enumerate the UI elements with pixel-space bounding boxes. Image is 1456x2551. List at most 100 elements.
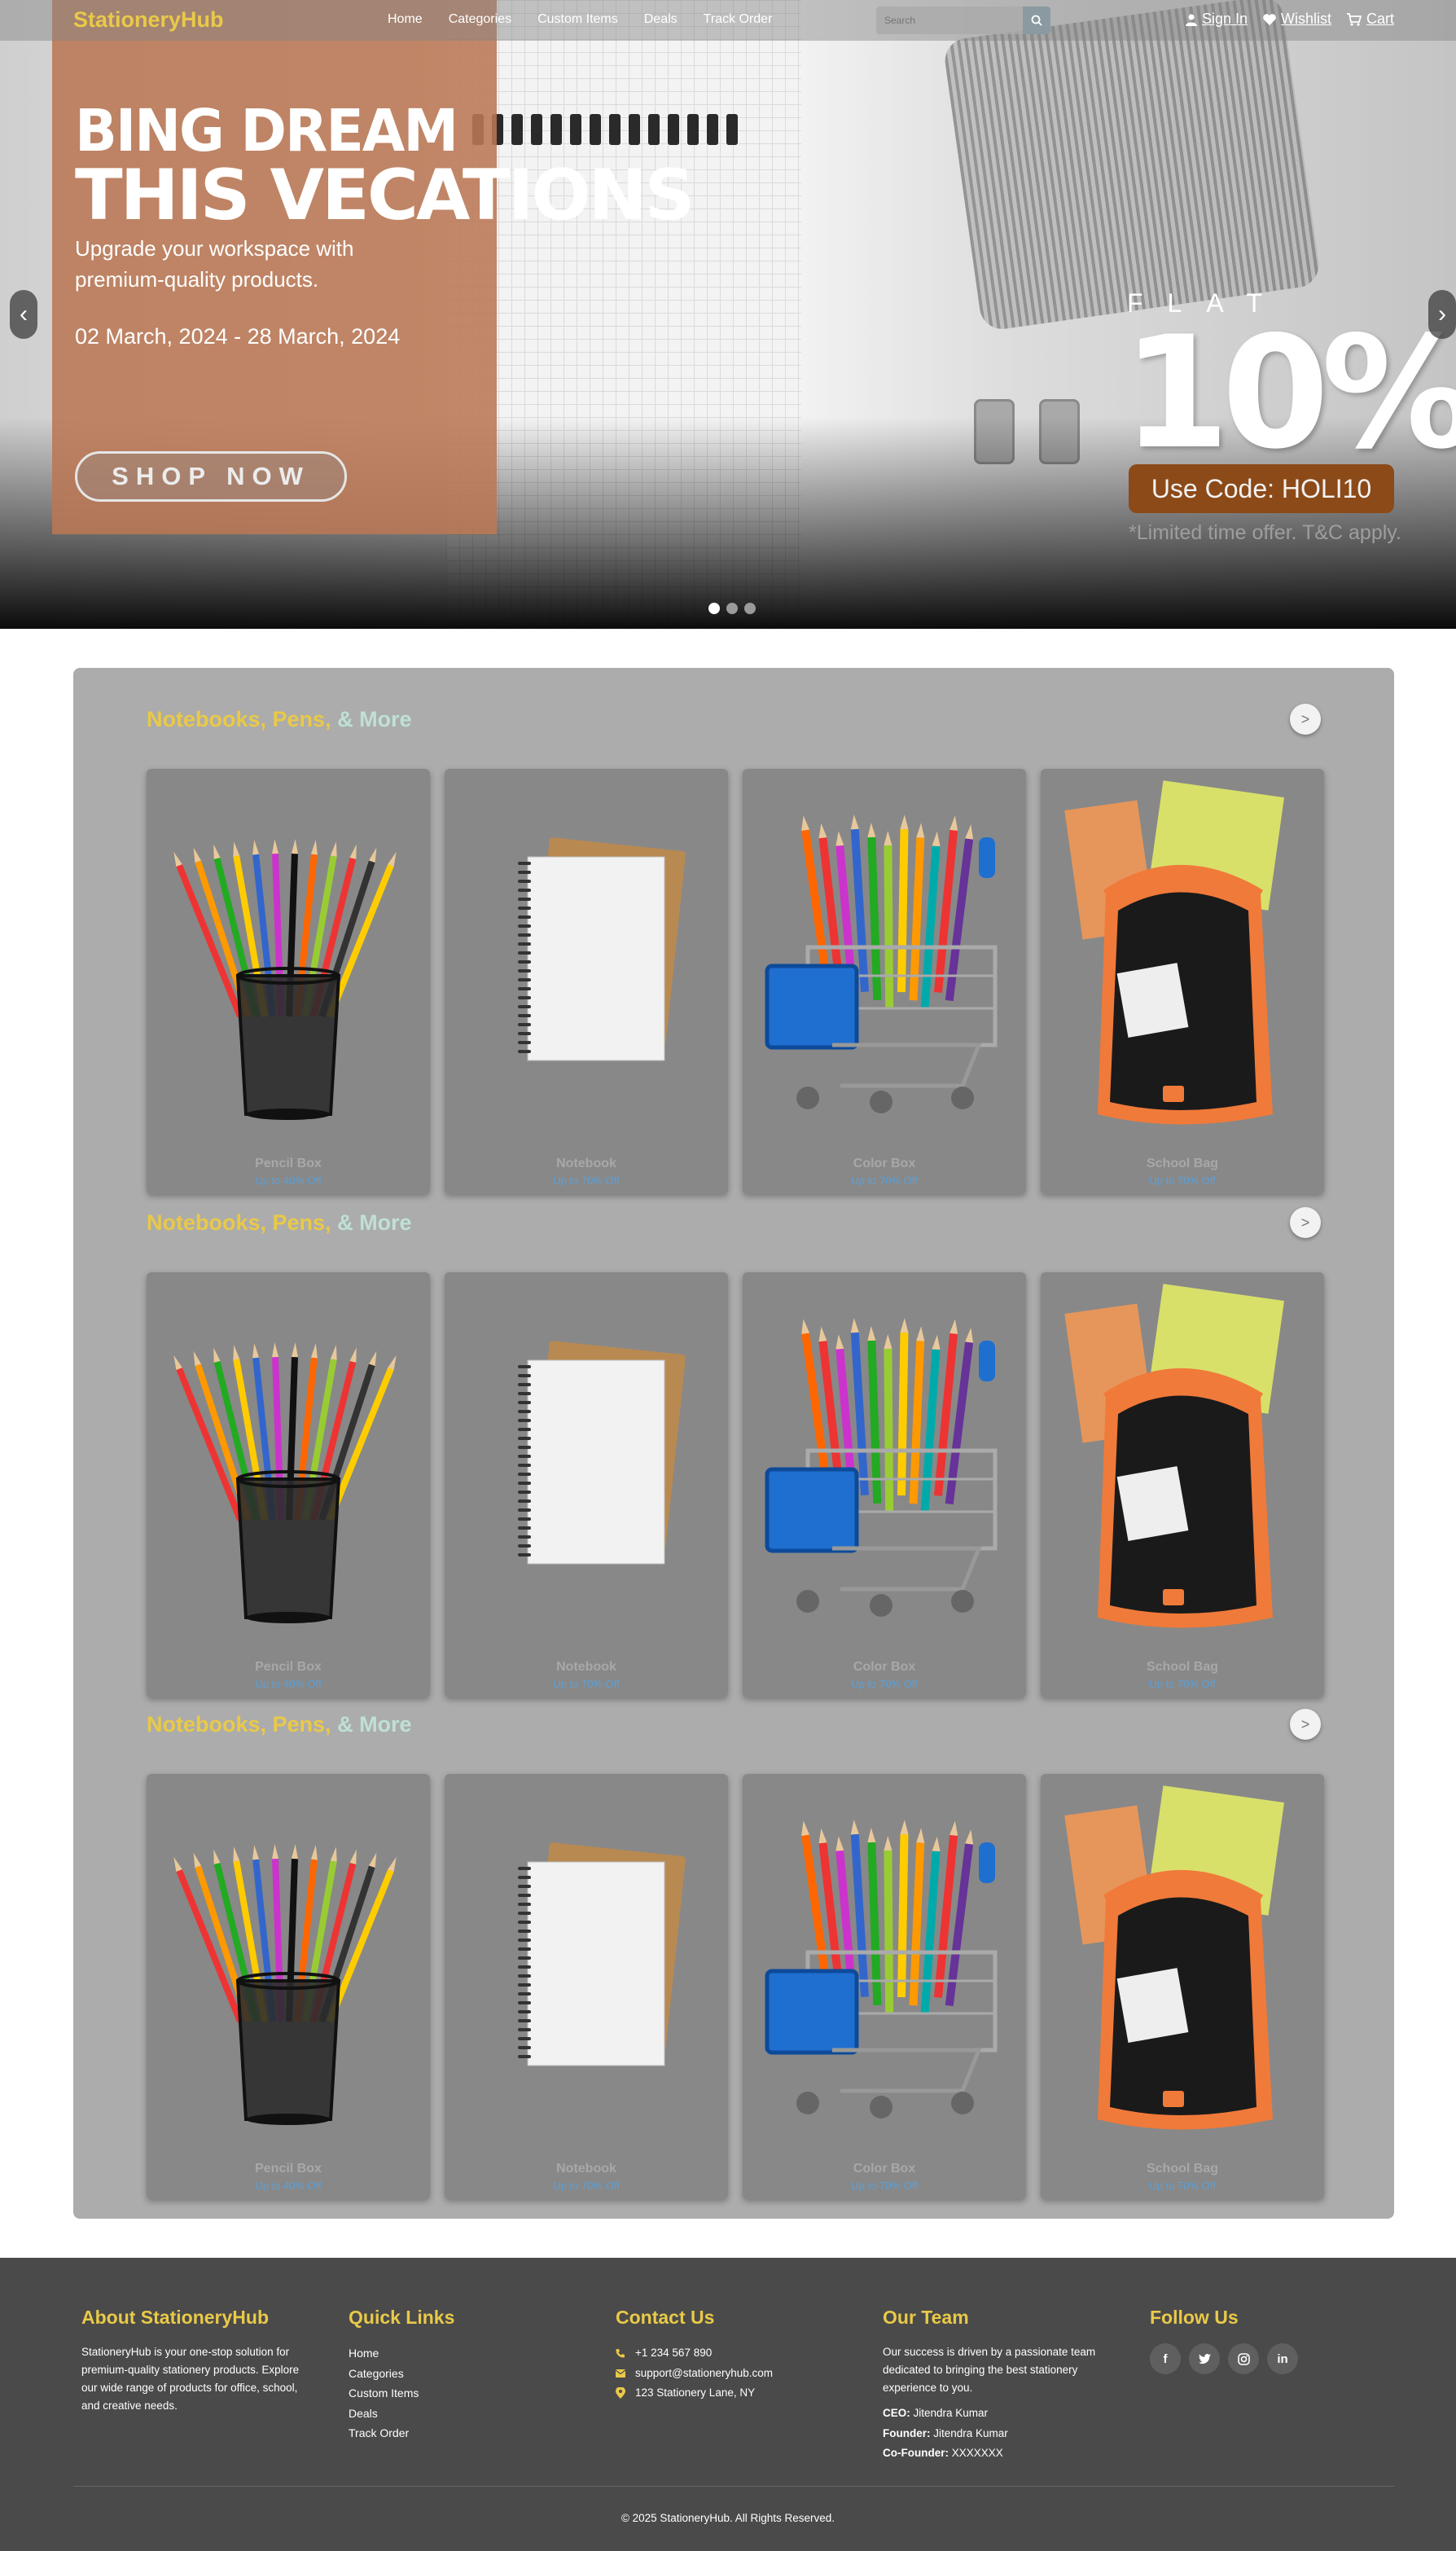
nav-link-categories[interactable]: Categories — [449, 12, 511, 27]
nav-link-track-order[interactable]: Track Order — [704, 12, 773, 27]
product-offer: Up to 70% Off — [553, 1678, 620, 1690]
section-title-part2: & More — [337, 707, 412, 731]
product-card[interactable]: School Bag Up to 70% Off — [1041, 1272, 1324, 1697]
facebook-icon[interactable]: f — [1150, 2343, 1181, 2374]
linkedin-icon[interactable]: in — [1267, 2343, 1298, 2374]
notebook-spiral-image — [472, 114, 765, 148]
hero-banner: BING DREAM THIS VECATIONS Upgrade your w… — [0, 0, 1456, 629]
pencil-cart-image — [759, 772, 1010, 1139]
sign-in-label: Sign In — [1201, 11, 1248, 27]
product-offer: Up to 40% Off — [255, 2180, 322, 2192]
section-title-part2: & More — [337, 1210, 412, 1235]
section-title-part1: Notebooks, Pens, — [147, 707, 338, 731]
contact-email-text[interactable]: support@stationeryhub.com — [635, 2364, 773, 2384]
search-button[interactable] — [1023, 7, 1050, 34]
school-bag-image — [1057, 1276, 1308, 1642]
product-card[interactable]: School Bag Up to 70% Off — [1041, 769, 1324, 1194]
carousel-dot-1[interactable] — [708, 603, 720, 614]
footer-team-text: Our success is driven by a passionate te… — [883, 2346, 1096, 2394]
social-links: f in — [1150, 2343, 1362, 2374]
carousel-next-button[interactable]: › — [1428, 290, 1456, 339]
product-cards: Pencil Box Up to 40% Off Notebook Up to 70… — [147, 1774, 1324, 2199]
section-title: Notebooks, Pens, & More — [147, 1712, 412, 1737]
footer-divider — [73, 2486, 1394, 2487]
product-name: Pencil Box — [255, 2162, 322, 2176]
section-next-button[interactable]: > — [1290, 1709, 1321, 1740]
product-offer: Up to 70% Off — [553, 2180, 620, 2192]
phone-icon — [616, 2349, 625, 2358]
map-pin-icon — [616, 2387, 625, 2400]
nav-link-deals[interactable]: Deals — [644, 12, 678, 27]
terms-note: *Limited time offer. T&C apply. — [1129, 521, 1401, 544]
nav-actions: Sign In Wishlist Cart — [1170, 11, 1394, 28]
product-offer: Up to 70% Off — [1149, 1678, 1216, 1690]
product-card[interactable]: Pencil Box Up to 40% Off — [147, 1774, 430, 2199]
footer-link-categories[interactable]: Categories — [349, 2364, 560, 2384]
footer-about-title: About StationeryHub — [81, 2307, 269, 2328]
nav-link-home[interactable]: Home — [388, 12, 423, 27]
carousel-dot-2[interactable] — [726, 603, 738, 614]
product-offer: Up to 70% Off — [1149, 1175, 1216, 1187]
product-name: Color Box — [853, 1157, 916, 1170]
team-ceo-name: Jitendra Kumar — [913, 2407, 989, 2419]
product-name: Color Box — [853, 2162, 916, 2176]
carousel-indicators — [708, 603, 756, 614]
footer-link-deals[interactable]: Deals — [349, 2404, 560, 2424]
footer-follow: Follow Us f in — [1150, 2307, 1362, 2374]
contact-address-text: 123 Stationery Lane, NY — [635, 2386, 756, 2399]
product-card[interactable]: Notebook Up to 70% Off — [445, 1272, 728, 1697]
product-card[interactable]: Color Box Up to 70% Off — [743, 1272, 1026, 1697]
contact-phone-text: +1 234 567 890 — [635, 2347, 713, 2359]
search-input[interactable] — [876, 7, 1023, 34]
product-offer: Up to 70% Off — [553, 1175, 620, 1187]
product-card[interactable]: Color Box Up to 70% Off — [743, 769, 1026, 1194]
section-next-button[interactable]: > — [1290, 1207, 1321, 1238]
pencil-cup-image — [163, 1276, 414, 1642]
product-name: Pencil Box — [255, 1157, 322, 1170]
product-card[interactable]: Notebook Up to 70% Off — [445, 769, 728, 1194]
product-name: School Bag — [1146, 1157, 1218, 1170]
wishlist-label: Wishlist — [1280, 11, 1331, 27]
footer-link-track-order[interactable]: Track Order — [349, 2423, 560, 2443]
product-name: Color Box — [853, 1660, 916, 1674]
pencil-cart-image — [759, 1276, 1010, 1642]
pencil-cart-image — [759, 1777, 1010, 2144]
hero-title-line2: THIS VECATIONS — [75, 155, 695, 236]
section-next-button[interactable]: > — [1290, 704, 1321, 735]
wishlist-link[interactable]: Wishlist — [1262, 11, 1331, 28]
shop-now-button[interactable]: SHOP NOW — [75, 451, 347, 502]
instagram-icon[interactable] — [1228, 2343, 1259, 2374]
sign-in-link[interactable]: Sign In — [1185, 11, 1248, 28]
notebook-image — [461, 772, 712, 1139]
product-card[interactable]: Pencil Box Up to 40% Off — [147, 1272, 430, 1697]
envelope-icon — [616, 2369, 625, 2378]
footer: About StationeryHub StationeryHub is you… — [0, 2258, 1456, 2551]
nav-link-custom-items[interactable]: Custom Items — [537, 12, 618, 27]
section-title-part1: Notebooks, Pens, — [147, 1712, 338, 1737]
product-card[interactable]: Pencil Box Up to 40% Off — [147, 769, 430, 1194]
team-founder-label: Founder: — [883, 2426, 931, 2439]
footer-contact-title: Contact Us — [616, 2307, 715, 2328]
product-card[interactable]: Notebook Up to 70% Off — [445, 1774, 728, 2199]
section-title-part1: Notebooks, Pens, — [147, 1210, 338, 1235]
footer-link-custom-items[interactable]: Custom Items — [349, 2383, 560, 2404]
product-card[interactable]: Color Box Up to 70% Off — [743, 1774, 1026, 2199]
product-card[interactable]: School Bag Up to 70% Off — [1041, 1774, 1324, 2199]
section-title: Notebooks, Pens, & More — [147, 1210, 412, 1236]
footer-links-title: Quick Links — [349, 2307, 455, 2328]
product-offer: Up to 70% Off — [851, 1175, 918, 1187]
hero-subtitle: Upgrade your workspace with premium-qual… — [75, 236, 354, 292]
twitter-icon[interactable] — [1189, 2343, 1220, 2374]
team-founder: Founder: Jitendra Kumar — [883, 2424, 1111, 2444]
product-name: Notebook — [556, 2162, 616, 2176]
hero-dates: 02 March, 2024 - 28 March, 2024 — [75, 324, 401, 349]
footer-link-home[interactable]: Home — [349, 2343, 560, 2364]
carousel-prev-button[interactable]: ‹ — [10, 290, 37, 339]
footer-follow-title: Follow Us — [1150, 2307, 1239, 2328]
cart-icon — [1346, 12, 1362, 26]
carousel-dot-3[interactable] — [744, 603, 756, 614]
contact-address: 123 Stationery Lane, NY — [616, 2383, 852, 2404]
product-name: Notebook — [556, 1157, 616, 1170]
cart-link[interactable]: Cart — [1346, 11, 1394, 28]
brand-logo[interactable]: StationeryHub — [73, 7, 224, 33]
